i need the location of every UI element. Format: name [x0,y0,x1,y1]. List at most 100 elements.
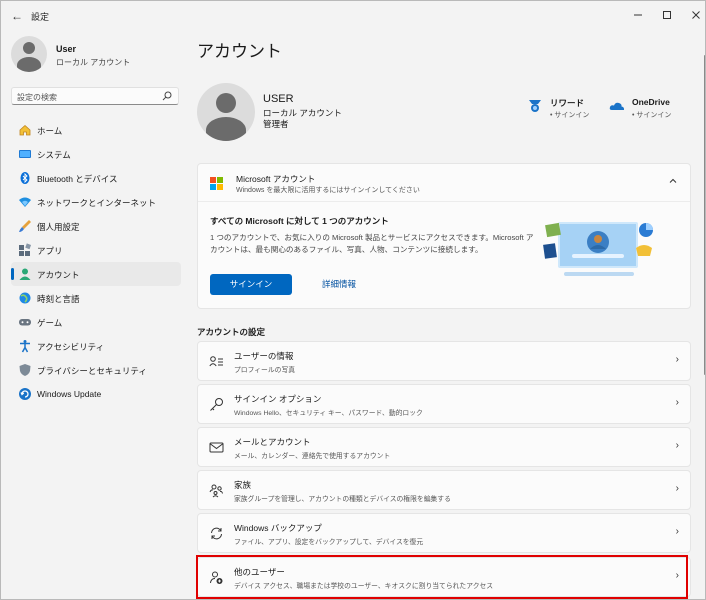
sidebar-item-label: ネットワークとインターネット [37,198,157,208]
chevron-right-icon: › [675,526,679,537]
setting-signin-options[interactable]: サインイン オプション Windows Hello、セキュリティ キー、パスワー… [197,384,691,424]
time-language-icon [19,292,31,304]
microsoft-account-card: Microsoft アカウント Windows を最大限に活用するにはサインイン… [197,163,691,309]
profile-name: USER [263,93,294,105]
maximize-icon [663,11,671,19]
main-content: アカウント USER ローカル アカウント 管理者 リワード • サインイン O… [196,31,697,599]
rewards-icon [529,100,541,112]
windows-update-icon [19,388,31,400]
sidebar-item-label: Bluetooth とデバイス [37,174,118,184]
microsoft-account-description: 1 つのアカウントで、お気に入りの Microsoft 製品とサービスにアクセス… [210,233,534,254]
close-button[interactable] [681,1,705,29]
window-title: 設定 [31,12,50,22]
setting-title: Windows バックアップ [234,523,322,533]
sidebar-item-label: アカウント [37,270,80,280]
chevron-right-icon: › [675,570,679,581]
onedrive-icon [609,102,625,110]
sidebar-item-label: Windows Update [37,389,102,399]
sidebar-item-label: システム [37,150,71,160]
network-icon [19,197,31,207]
profile-role: 管理者 [263,119,289,129]
search-input[interactable]: 設定の検索 [11,87,179,105]
avatar [197,83,255,141]
settings-window: ← 設定 User ローカル アカウント 設定の検索 ホーム システム Blue… [0,0,706,600]
sidebar: User ローカル アカウント 設定の検索 ホーム システム Bluetooth… [1,31,191,599]
onedrive-label: OneDrive [632,97,670,107]
sidebar-user[interactable]: User ローカル アカウント [11,36,181,76]
back-button[interactable]: ← [9,8,25,24]
sidebar-user-type: ローカル アカウント [56,58,131,67]
setting-title: 家族 [234,480,252,490]
sidebar-nav: ホーム システム Bluetooth とデバイス ネットワークとインターネット … [11,118,181,406]
chevron-right-icon: › [675,483,679,494]
rewards-service[interactable]: リワード • サインイン [527,97,607,127]
rewards-label: リワード [550,98,585,108]
microsoft-account-title: Microsoft アカウント [236,174,316,184]
onedrive-status: • サインイン [632,112,672,119]
microsoft-account-header[interactable]: Microsoft アカウント Windows を最大限に活用するにはサインイン… [198,164,690,202]
signin-button[interactable]: サインイン [210,274,292,295]
system-icon [19,150,31,158]
sidebar-item-apps[interactable]: アプリ [11,238,181,262]
key-icon [210,398,223,411]
chevron-right-icon: › [675,397,679,408]
setting-title: サインイン オプション [234,394,322,404]
gaming-icon [19,319,31,326]
sidebar-item-gaming[interactable]: ゲーム [11,310,181,334]
personalization-icon [19,220,31,232]
sidebar-item-privacy[interactable]: プライバシーとセキュリティ [11,358,181,382]
title-bar: ← 設定 [1,1,705,31]
minimize-button[interactable] [623,1,653,29]
sidebar-item-accounts[interactable]: アカウント [11,262,181,286]
search-placeholder: 設定の検索 [17,93,57,102]
onedrive-service[interactable]: OneDrive • サインイン [609,97,689,127]
microsoft-account-heading: すべての Microsoft に対して 1 つのアカウント [210,216,389,226]
privacy-icon [19,364,31,376]
avatar [11,36,47,72]
setting-subtitle: Windows Hello、セキュリティ キー、パスワード、動的ロック [234,410,423,417]
accounts-icon [19,268,31,280]
bluetooth-icon [20,172,30,184]
sidebar-item-time-language[interactable]: 時刻と言語 [11,286,181,310]
chevron-right-icon: › [675,440,679,451]
setting-subtitle: ファイル、アプリ、設定をバックアップして、デバイスを復元 [234,539,424,546]
sidebar-item-label: ゲーム [37,318,63,328]
home-icon [19,124,31,136]
mail-icon [209,442,224,453]
profile-header: USER ローカル アカウント 管理者 リワード • サインイン OneDriv… [197,83,697,148]
setting-windows-backup[interactable]: Windows バックアップ ファイル、アプリ、設定をバックアップして、デバイス… [197,513,691,553]
setting-email-accounts[interactable]: メールとアカウント メール、カレンダー、連絡先で使用するアカウント › [197,427,691,467]
details-link[interactable]: 詳細情報 [322,278,356,290]
sidebar-item-label: 個人用設定 [37,222,80,232]
section-title: アカウントの設定 [197,327,266,337]
family-icon [209,484,223,498]
setting-subtitle: プロフィールの写真 [234,367,296,374]
setting-title: ユーザーの情報 [234,351,294,361]
chevron-right-icon: › [675,354,679,365]
other-users-icon [210,571,223,584]
backup-icon [211,527,222,540]
sidebar-item-system[interactable]: システム [11,142,181,166]
sidebar-item-home[interactable]: ホーム [11,118,181,142]
setting-user-info[interactable]: ユーザーの情報 プロフィールの写真 › [197,341,691,381]
sidebar-item-network[interactable]: ネットワークとインターネット [11,190,181,214]
sidebar-item-accessibility[interactable]: アクセシビリティ [11,334,181,358]
sidebar-item-label: 時刻と言語 [37,294,80,304]
chevron-up-icon[interactable] [668,176,678,186]
sidebar-item-windows-update[interactable]: Windows Update [11,382,181,406]
maximize-button[interactable] [652,1,682,29]
page-title: アカウント [197,42,282,61]
sidebar-user-name: User [56,44,77,54]
sidebar-item-bluetooth[interactable]: Bluetooth とデバイス [11,166,181,190]
sidebar-item-personalization[interactable]: 個人用設定 [11,214,181,238]
setting-family[interactable]: 家族 家族グループを管理し、アカウントの種類とデバイスの権限を編集する › [197,470,691,510]
setting-other-users[interactable]: 他のユーザー デバイス アクセス、職場または学校のユーザー、キオスクに割り当てら… [197,557,691,597]
rewards-status: • サインイン [550,112,590,119]
sidebar-item-label: プライバシーとセキュリティ [37,366,147,376]
sidebar-item-label: アクセシビリティ [37,342,105,352]
setting-subtitle: デバイス アクセス、職場または学校のユーザー、キオスクに割り当てられたアクセス [234,583,494,590]
setting-subtitle: メール、カレンダー、連絡先で使用するアカウント [234,453,391,460]
account-illustration [543,222,653,276]
close-icon [692,11,700,19]
accessibility-icon [20,340,30,353]
